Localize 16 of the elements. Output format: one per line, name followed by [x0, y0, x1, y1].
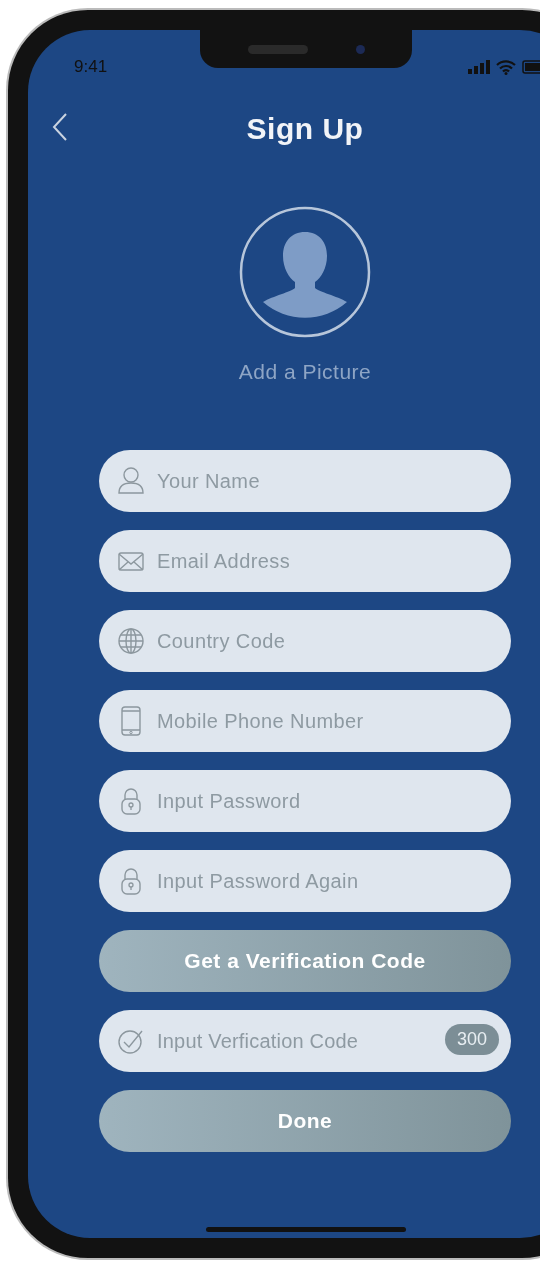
verification-code-button[interactable]: Get a Verification Code [99, 930, 511, 992]
text-field[interactable]: Input Password [99, 770, 511, 832]
text-field[interactable]: Mobile Phone Number [99, 690, 511, 752]
signal-icon [468, 60, 490, 74]
add-picture-label[interactable]: Add a Picture [238, 360, 372, 384]
avatar-icon[interactable] [239, 206, 371, 338]
text-field[interactable]: Input Password Again [99, 850, 511, 912]
text-field[interactable]: Your Name [99, 450, 511, 512]
page-title: Sign Up [246, 112, 364, 146]
text-field[interactable]: Email Address [99, 530, 511, 592]
text-field[interactable]: Country Code [99, 610, 511, 672]
status-time: 9:41 [74, 57, 108, 77]
back-button[interactable] [52, 112, 68, 142]
done-button[interactable]: Done [99, 1090, 511, 1152]
wifi-icon [496, 59, 516, 75]
battery-icon [522, 60, 540, 74]
